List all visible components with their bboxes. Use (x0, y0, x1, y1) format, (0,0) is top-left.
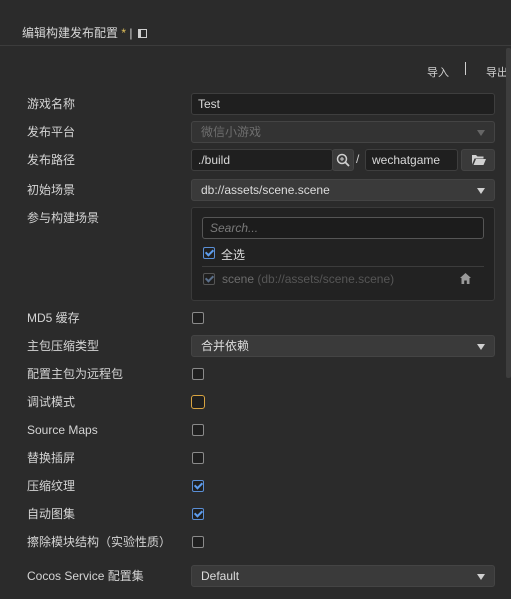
platform-select[interactable]: 微信小游戏 (191, 121, 495, 143)
scene-checkbox[interactable] (203, 273, 215, 285)
replace-splash-label: 替换插屏 (27, 451, 76, 465)
compress-texture-checkbox[interactable] (192, 480, 204, 492)
doc-book-icon[interactable] (137, 29, 147, 38)
folder-open-icon (472, 155, 486, 165)
toolbar-divider (465, 62, 466, 75)
search-icon (336, 153, 350, 167)
md5-cache-label: MD5 缓存 (27, 311, 80, 325)
title-separator: | (129, 26, 133, 40)
modified-indicator: * (121, 26, 127, 40)
included-scenes-label: 参与构建场景 (27, 211, 100, 225)
game-name-label: 游戏名称 (27, 97, 76, 111)
platform-value: 微信小游戏 (201, 125, 262, 139)
scene-divider (202, 266, 484, 267)
auto-atlas-checkbox[interactable] (192, 508, 204, 520)
open-folder-button[interactable] (461, 149, 495, 171)
page-title: 编辑构建发布配置 * | (22, 24, 147, 41)
path-separator: / (356, 152, 360, 166)
chevron-down-icon (477, 188, 485, 194)
debug-mode-label: 调试模式 (27, 395, 76, 409)
scene-path: (db://assets/scene.scene) (257, 272, 395, 286)
cocos-service-value: Default (201, 569, 240, 583)
start-scene-select[interactable]: db://assets/scene.scene (191, 179, 495, 201)
cocos-service-label: Cocos Service 配置集 (27, 569, 144, 583)
build-path-label: 发布路径 (27, 153, 76, 167)
home-icon[interactable] (459, 272, 472, 285)
scene-name: scene (222, 272, 255, 286)
main-bundle-compression-select[interactable]: 合并依赖 (191, 335, 495, 357)
chevron-down-icon (477, 344, 485, 350)
start-scene-label: 初始场景 (27, 183, 76, 197)
import-button[interactable]: 导入 (427, 64, 449, 79)
cocos-service-select[interactable]: Default (191, 565, 495, 587)
build-path-input[interactable]: ./build (191, 149, 333, 171)
erase-module-structure-label: 擦除模块结构（实验性质） (27, 535, 172, 549)
platform-label: 发布平台 (27, 125, 76, 139)
replace-splash-checkbox[interactable] (192, 452, 204, 464)
main-bundle-compression-label: 主包压缩类型 (27, 339, 100, 353)
select-all-label: 全选 (221, 248, 246, 262)
source-maps-checkbox[interactable] (192, 424, 204, 436)
auto-atlas-label: 自动图集 (27, 507, 76, 521)
select-all-checkbox[interactable] (203, 247, 215, 259)
scene-list-item: scene (db://assets/scene.scene) (222, 272, 394, 286)
erase-module-structure-checkbox[interactable] (192, 536, 204, 548)
game-name-input[interactable]: Test (191, 93, 495, 115)
title-bar: 编辑构建发布配置 * | (0, 0, 511, 46)
start-scene-value: db://assets/scene.scene (201, 183, 330, 197)
debug-mode-checkbox[interactable] (191, 395, 205, 409)
scene-search-input[interactable]: Search... (202, 217, 484, 239)
chevron-down-icon (477, 574, 485, 580)
main-bundle-compression-value: 合并依赖 (201, 339, 250, 353)
scrollbar-thumb[interactable] (506, 48, 511, 378)
scene-list-panel: Search... 全选 scene (db://assets/scene.sc… (191, 207, 495, 301)
source-maps-label: Source Maps (27, 423, 98, 437)
chevron-down-icon (477, 130, 485, 136)
main-bundle-remote-label: 配置主包为远程包 (27, 367, 124, 381)
search-path-button[interactable] (332, 149, 354, 171)
md5-cache-checkbox[interactable] (192, 312, 204, 324)
main-bundle-remote-checkbox[interactable] (192, 368, 204, 380)
compress-texture-label: 压缩纹理 (27, 479, 76, 493)
export-button[interactable]: 导出 (486, 64, 508, 79)
folder-name-input[interactable]: wechatgame (365, 149, 458, 171)
title-text: 编辑构建发布配置 (22, 26, 119, 40)
